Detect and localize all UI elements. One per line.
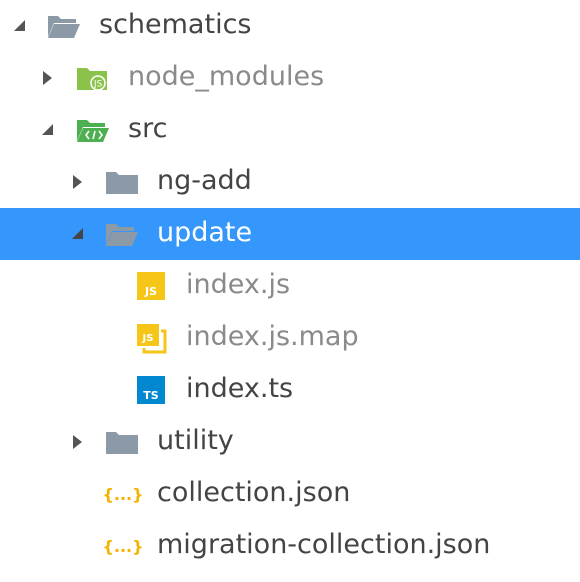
folder-src-open-icon bbox=[76, 114, 110, 146]
tree-item-index-js-map[interactable]: JS index.js.map bbox=[0, 312, 580, 364]
json-file-icon: {...} bbox=[104, 530, 142, 562]
expanded-arrow-icon[interactable] bbox=[41, 123, 55, 137]
tree-item-ng-add[interactable]: ng-add bbox=[0, 156, 580, 208]
js-map-file-icon: JS bbox=[135, 322, 169, 354]
ts-file-icon: TS bbox=[135, 374, 169, 406]
tree-item-migration-collection-json[interactable]: {...} migration-collection.json bbox=[0, 520, 580, 572]
tree-item-label: index.js bbox=[186, 269, 291, 300]
file-badge: JS bbox=[142, 333, 154, 344]
tree-item-collection-json[interactable]: {...} collection.json bbox=[0, 468, 580, 520]
tree-item-schematics[interactable]: schematics bbox=[0, 0, 580, 52]
js-file-icon: JS bbox=[135, 270, 169, 302]
json-file-icon: {...} bbox=[104, 478, 142, 510]
tree-item-label: migration-collection.json bbox=[157, 529, 491, 560]
file-badge: {...} bbox=[104, 537, 142, 556]
folder-js-icon: JS bbox=[76, 62, 110, 94]
collapsed-arrow-icon[interactable] bbox=[71, 175, 85, 189]
folder-icon bbox=[105, 426, 139, 458]
file-badge: {...} bbox=[104, 485, 142, 504]
tree-item-index-js[interactable]: JS index.js bbox=[0, 260, 580, 312]
tree-item-node-modules[interactable]: JS node_modules bbox=[0, 52, 580, 104]
tree-item-label: update bbox=[157, 217, 253, 248]
tree-item-label: index.js.map bbox=[186, 321, 359, 352]
tree-item-utility[interactable]: utility bbox=[0, 416, 580, 468]
file-badge: JS bbox=[144, 285, 157, 298]
tree-item-update[interactable]: update bbox=[0, 208, 580, 260]
tree-item-label: schematics bbox=[99, 9, 252, 40]
collapsed-arrow-icon[interactable] bbox=[41, 71, 55, 85]
folder-open-icon bbox=[105, 218, 139, 250]
tree-item-label: index.ts bbox=[186, 373, 294, 404]
collapsed-arrow-icon[interactable] bbox=[71, 435, 85, 449]
expanded-arrow-icon[interactable] bbox=[13, 19, 27, 33]
expanded-arrow-icon[interactable] bbox=[71, 227, 85, 241]
tree-item-label: node_modules bbox=[128, 61, 325, 92]
svg-text:JS: JS bbox=[93, 80, 103, 90]
folder-open-icon bbox=[47, 10, 81, 42]
tree-item-label: ng-add bbox=[157, 165, 252, 196]
tree-item-label: src bbox=[128, 113, 168, 144]
file-explorer-tree: schematics JS node_modules src ng-add up… bbox=[0, 0, 580, 582]
tree-item-label: utility bbox=[157, 425, 234, 456]
file-badge: TS bbox=[143, 389, 159, 402]
tree-item-src[interactable]: src bbox=[0, 104, 580, 156]
tree-item-index-ts[interactable]: TS index.ts bbox=[0, 364, 580, 416]
folder-icon bbox=[105, 166, 139, 198]
tree-item-label: collection.json bbox=[157, 477, 351, 508]
